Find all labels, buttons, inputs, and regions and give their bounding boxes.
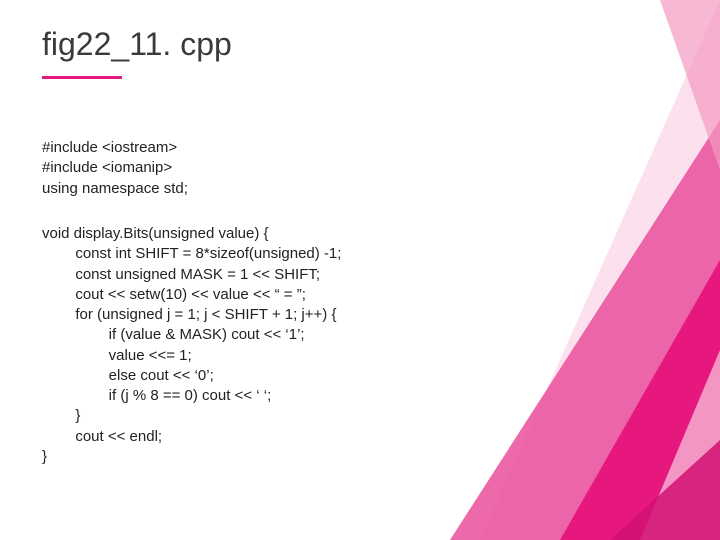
slide: fig22_11. cpp #include <iostream> #inclu…	[0, 0, 720, 540]
code-includes: #include <iostream> #include <iomanip> u…	[42, 138, 188, 199]
decorative-triangles	[410, 0, 720, 540]
slide-title: fig22_11. cpp	[42, 26, 232, 63]
title-underline	[42, 76, 122, 79]
code-body: void display.Bits(unsigned value) { cons…	[42, 224, 341, 467]
